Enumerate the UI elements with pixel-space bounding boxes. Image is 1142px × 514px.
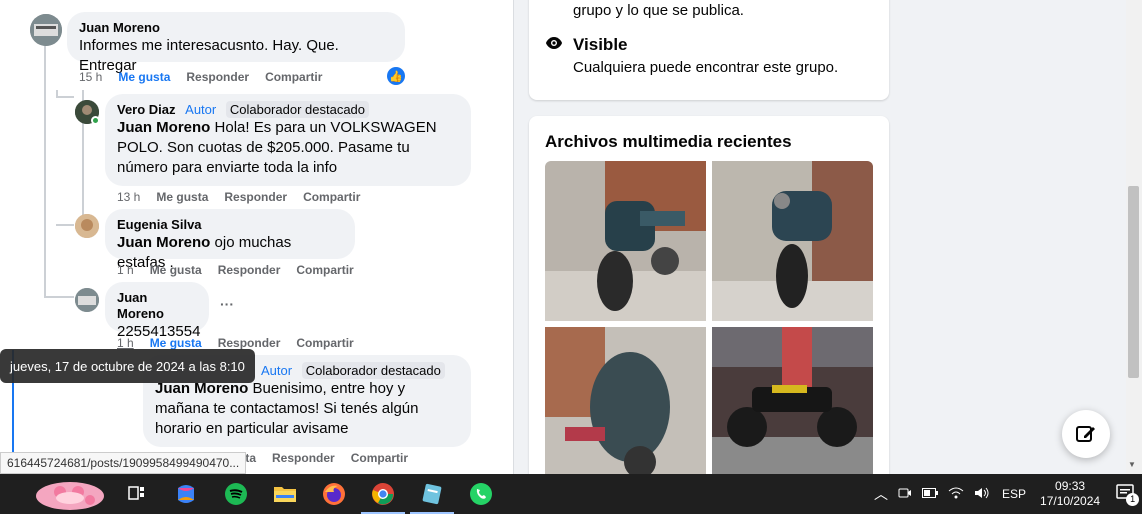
eye-icon: [545, 36, 563, 55]
media-photo[interactable]: [712, 161, 873, 321]
comment-time[interactable]: 15 h: [79, 70, 102, 84]
notification-icon[interactable]: 1: [1116, 483, 1140, 506]
wifi-icon[interactable]: [948, 487, 964, 502]
notification-count: 1: [1126, 492, 1140, 506]
thread-line: [44, 46, 46, 298]
more-options-icon[interactable]: ···: [220, 296, 234, 312]
comment-actions: 13 h Me gusta Responder Compartir: [117, 190, 360, 204]
media-photo[interactable]: [712, 327, 873, 487]
mention-link[interactable]: Juan Moreno: [117, 119, 210, 136]
divider: [513, 0, 514, 474]
avatar[interactable]: [75, 214, 99, 238]
media-photo[interactable]: [545, 327, 706, 487]
comment-author[interactable]: Juan Moreno: [79, 20, 393, 36]
avatar[interactable]: [30, 14, 62, 46]
comment-time[interactable]: 1 h: [117, 263, 134, 277]
reply-button[interactable]: Responder: [186, 70, 249, 84]
thread-line: [44, 296, 74, 298]
comment-actions: gusta Responder Compartir: [224, 451, 408, 465]
media-photo[interactable]: [545, 161, 706, 321]
widgets-icon[interactable]: [30, 476, 110, 514]
share-button[interactable]: Compartir: [296, 263, 353, 277]
avatar[interactable]: [75, 288, 99, 312]
about-text: grupo y lo que se publica.: [573, 2, 744, 19]
whatsapp-icon[interactable]: [467, 480, 495, 508]
share-button[interactable]: Compartir: [296, 336, 353, 350]
comments-feed: Juan Moreno Informes me interesacusnto. …: [0, 0, 513, 474]
media-title: Archivos multimedia recientes: [545, 132, 792, 151]
volume-icon[interactable]: [974, 487, 990, 502]
comment-time[interactable]: 1 h: [117, 336, 134, 350]
online-indicator: [91, 116, 100, 125]
thread-line: [56, 96, 74, 98]
spotify-icon[interactable]: [222, 480, 250, 508]
reply-button[interactable]: Responder: [224, 190, 287, 204]
share-button[interactable]: Compartir: [303, 190, 360, 204]
visible-description: Cualquiera puede encontrar este grupo.: [573, 59, 839, 76]
chevron-up-icon[interactable]: ︿: [874, 484, 888, 504]
comment-actions: 15 h Me gusta Responder Compartir: [79, 70, 322, 84]
top-contributor-badge: Colaborador destacado: [301, 362, 445, 379]
file-explorer-icon[interactable]: [271, 480, 299, 508]
language-indicator[interactable]: ESP: [1002, 487, 1026, 501]
copilot-icon[interactable]: [172, 480, 200, 508]
comment-bubble: Juan Moreno 2255413554: [105, 282, 209, 340]
visible-title: Visible: [573, 35, 628, 54]
task-view-icon[interactable]: [122, 480, 150, 508]
author-tag: Autor: [261, 363, 293, 378]
comment-author[interactable]: Juan Moreno: [117, 290, 197, 322]
comment-bubble: Juan Moreno Informes me interesacusnto. …: [67, 12, 405, 74]
share-button[interactable]: Compartir: [351, 451, 408, 465]
reply-button[interactable]: Responder: [218, 336, 281, 350]
recent-media-card: Archivos multimedia recientes: [529, 116, 889, 496]
status-bar-url: 616445724681/posts/1909958499490470...: [0, 452, 247, 474]
comment-author[interactable]: Eugenia Silva: [117, 217, 343, 233]
chrome-icon[interactable]: [369, 480, 397, 508]
clock-time: 09:33: [1055, 479, 1086, 493]
thread-line: [56, 224, 74, 226]
comment-bubble: Vero Diaz Autor Colaborador destacado Ju…: [105, 94, 471, 186]
like-button[interactable]: Me gusta: [150, 336, 202, 350]
scrollbar-thumb[interactable]: [1128, 186, 1139, 378]
battery-icon[interactable]: [922, 487, 938, 501]
reply-button[interactable]: Responder: [272, 451, 335, 465]
notepad-icon[interactable]: [418, 480, 446, 508]
comment-author[interactable]: Vero Diaz: [117, 102, 176, 117]
clock[interactable]: 09:33 17/10/2024: [1040, 479, 1100, 509]
author-tag: Autor: [185, 102, 217, 117]
clock-date: 17/10/2024: [1040, 494, 1101, 508]
thumbs-up-icon[interactable]: 👍: [387, 67, 405, 85]
like-button[interactable]: Me gusta: [118, 70, 170, 84]
system-tray: ︿ ESP 09:33 17/10/2024 1: [874, 474, 1140, 514]
like-button[interactable]: Me gusta: [156, 190, 208, 204]
timestamp-tooltip: jueves, 17 de octubre de 2024 a las 8:10: [0, 349, 255, 383]
comment-actions: 1 h Me gusta Responder Compartir: [117, 336, 354, 350]
taskbar: ︿ ESP 09:33 17/10/2024 1: [0, 474, 1142, 514]
share-button[interactable]: Compartir: [265, 70, 322, 84]
like-button[interactable]: Me gusta: [150, 263, 202, 277]
comment-bubble: Eugenia Silva Juan Moreno ojo muchas est…: [105, 209, 355, 271]
compose-icon: [1076, 426, 1095, 442]
new-message-button[interactable]: [1062, 410, 1110, 458]
reply-button[interactable]: Responder: [218, 263, 281, 277]
thread-line: [56, 90, 58, 98]
comment-actions: 1 h Me gusta Responder Compartir: [117, 263, 354, 277]
scroll-down-arrow-icon[interactable]: ▼: [1128, 460, 1136, 469]
firefox-icon[interactable]: [320, 480, 348, 508]
camera-icon[interactable]: [898, 486, 912, 503]
top-contributor-badge: Colaborador destacado: [225, 101, 370, 118]
comment-time[interactable]: 13 h: [117, 190, 140, 204]
mention-link[interactable]: Juan Moreno: [117, 234, 210, 251]
about-card: grupo y lo que se publica. Visible Cualq…: [529, 0, 889, 100]
